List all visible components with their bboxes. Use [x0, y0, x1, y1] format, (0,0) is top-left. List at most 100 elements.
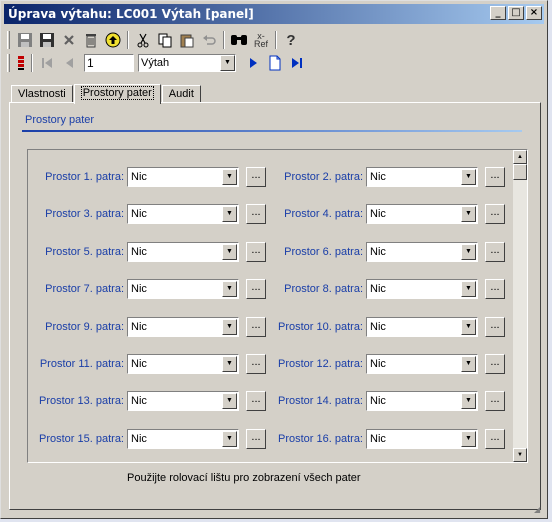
- floor-row: Prostor 1. patra: Nic ▼... Prostor 2. patra…: [28, 166, 514, 188]
- chevron-down-icon[interactable]: ▼: [222, 356, 237, 372]
- scroll-up-button[interactable]: ▲: [513, 150, 527, 164]
- vertical-scrollbar[interactable]: ▲ ▼: [513, 150, 527, 462]
- floor-browse-button[interactable]: ...: [246, 242, 266, 262]
- refresh-ref-icon[interactable]: x- Ref: [250, 30, 272, 50]
- floor-browse-button[interactable]: ...: [246, 317, 266, 337]
- new-record-icon[interactable]: [264, 53, 286, 73]
- delete-x-icon[interactable]: [58, 30, 80, 50]
- scroll-down-button[interactable]: ▼: [513, 448, 527, 462]
- toolbar-separator: [31, 54, 33, 72]
- floor-label: Prostor 1. patra:: [45, 171, 124, 183]
- floor-browse-button[interactable]: ...: [246, 354, 266, 374]
- title-bar[interactable]: Úprava výtahu: LC001 Výtah [panel] _ □ ×: [4, 4, 544, 24]
- chevron-down-icon[interactable]: ▼: [461, 281, 476, 297]
- chevron-down-icon[interactable]: ▼: [222, 281, 237, 297]
- floor-space-select[interactable]: Nic ▼: [127, 429, 239, 449]
- last-record-icon[interactable]: [286, 53, 308, 73]
- toolbar-grip[interactable]: [7, 31, 10, 49]
- floors-scroll-area[interactable]: Prostor 1. patra: Nic ▼... Prostor 2. patra…: [27, 149, 528, 463]
- chevron-down-icon[interactable]: ▼: [222, 244, 237, 260]
- floor-space-select[interactable]: Nic ▼: [366, 429, 478, 449]
- floor-space-select[interactable]: Nic ▼: [366, 242, 478, 262]
- floor-space-value: Nic: [370, 395, 386, 407]
- copy-icon[interactable]: [154, 30, 176, 50]
- floor-label: Prostor 4. patra:: [284, 208, 363, 220]
- trash-icon[interactable]: [80, 30, 102, 50]
- floor-space-select[interactable]: Nic ▼: [127, 279, 239, 299]
- floor-browse-button[interactable]: ...: [485, 279, 505, 299]
- floor-space-value: Nic: [370, 358, 386, 370]
- floor-space-value: Nic: [131, 246, 147, 258]
- floor-space-value: Nic: [131, 208, 147, 220]
- floor-row: Prostor 11. patra: Nic ▼... Prostor 12. pat…: [28, 353, 514, 375]
- chevron-down-icon[interactable]: ▼: [461, 206, 476, 222]
- tab-prostory-pater[interactable]: Prostory pater: [73, 84, 161, 104]
- scroll-thumb[interactable]: [513, 164, 527, 180]
- chevron-down-icon[interactable]: ▼: [461, 244, 476, 260]
- floor-space-select[interactable]: Nic ▼: [127, 317, 239, 337]
- find-icon[interactable]: [228, 30, 250, 50]
- floor-browse-button[interactable]: ...: [485, 167, 505, 187]
- tab-audit[interactable]: Audit: [161, 85, 201, 103]
- chevron-down-icon[interactable]: ▼: [222, 393, 237, 409]
- cut-icon[interactable]: [132, 30, 154, 50]
- floor-browse-button[interactable]: ...: [485, 317, 505, 337]
- floor-space-select[interactable]: Nic ▼: [366, 204, 478, 224]
- chevron-down-icon[interactable]: ▼: [222, 206, 237, 222]
- floor-browse-button[interactable]: ...: [246, 391, 266, 411]
- floor-browse-button[interactable]: ...: [485, 242, 505, 262]
- floor-browse-button[interactable]: ...: [485, 354, 505, 374]
- floor-browse-button[interactable]: ...: [246, 429, 266, 449]
- floor-row: Prostor 13. patra: Nic ▼... Prostor 14. pat…: [28, 390, 514, 412]
- maximize-button[interactable]: □: [508, 6, 524, 20]
- tab-label: Audit: [168, 88, 194, 100]
- undo-icon[interactable]: [198, 30, 220, 50]
- chevron-down-icon[interactable]: ▼: [461, 393, 476, 409]
- help-icon[interactable]: ?: [280, 30, 302, 50]
- save-close-icon[interactable]: [36, 30, 58, 50]
- floor-space-select[interactable]: Nic ▼: [127, 391, 239, 411]
- chevron-down-icon[interactable]: ▼: [222, 431, 237, 447]
- floor-browse-button[interactable]: ...: [246, 204, 266, 224]
- paste-icon[interactable]: [176, 30, 198, 50]
- floor-space-select[interactable]: Nic ▼: [366, 317, 478, 337]
- chevron-down-icon[interactable]: ▼: [220, 55, 235, 71]
- chevron-down-icon[interactable]: ▼: [461, 319, 476, 335]
- entity-select[interactable]: Výtah ▼: [138, 54, 236, 72]
- floor-browse-button[interactable]: ...: [246, 167, 266, 187]
- floor-space-select[interactable]: Nic ▼: [127, 242, 239, 262]
- previous-record-icon[interactable]: [58, 53, 80, 73]
- minimize-button[interactable]: _: [490, 6, 506, 20]
- floor-space-select[interactable]: Nic ▼: [366, 391, 478, 411]
- floor-browse-button[interactable]: ...: [485, 204, 505, 224]
- close-button[interactable]: ×: [526, 6, 542, 20]
- floor-label: Prostor 10. patra:: [278, 321, 363, 333]
- tab-vlastnosti[interactable]: Vlastnosti: [11, 85, 73, 103]
- chevron-down-icon[interactable]: ▼: [461, 169, 476, 185]
- first-record-icon[interactable]: [36, 53, 58, 73]
- floor-space-select[interactable]: Nic ▼: [127, 167, 239, 187]
- floor-browse-button[interactable]: ...: [485, 429, 505, 449]
- floor-space-select[interactable]: Nic ▼: [366, 279, 478, 299]
- chevron-down-icon[interactable]: ▼: [222, 169, 237, 185]
- next-record-icon[interactable]: [242, 53, 264, 73]
- floor-space-select[interactable]: Nic ▼: [366, 354, 478, 374]
- floor-space-select[interactable]: Nic ▼: [366, 167, 478, 187]
- save-icon[interactable]: [14, 30, 36, 50]
- floor-label: Prostor 12. patra:: [278, 358, 363, 370]
- floor-label: Prostor 8. patra:: [284, 283, 363, 295]
- floor-browse-button[interactable]: ...: [485, 391, 505, 411]
- floor-space-value: Nic: [131, 321, 147, 333]
- floor-row: Prostor 3. patra: Nic ▼... Prostor 4. patra…: [28, 203, 514, 225]
- chevron-down-icon[interactable]: ▼: [461, 431, 476, 447]
- floor-space-select[interactable]: Nic ▼: [127, 354, 239, 374]
- floor-space-select[interactable]: Nic ▼: [127, 204, 239, 224]
- resize-grip[interactable]: ◢: [534, 505, 544, 515]
- chevron-down-icon[interactable]: ▼: [461, 356, 476, 372]
- chevron-down-icon[interactable]: ▼: [222, 319, 237, 335]
- ref-label: Ref: [253, 39, 268, 49]
- upload-icon[interactable]: [102, 30, 124, 50]
- floor-browse-button[interactable]: ...: [246, 279, 266, 299]
- record-number-input[interactable]: 1: [84, 54, 134, 72]
- toolbar-grip[interactable]: [7, 54, 10, 72]
